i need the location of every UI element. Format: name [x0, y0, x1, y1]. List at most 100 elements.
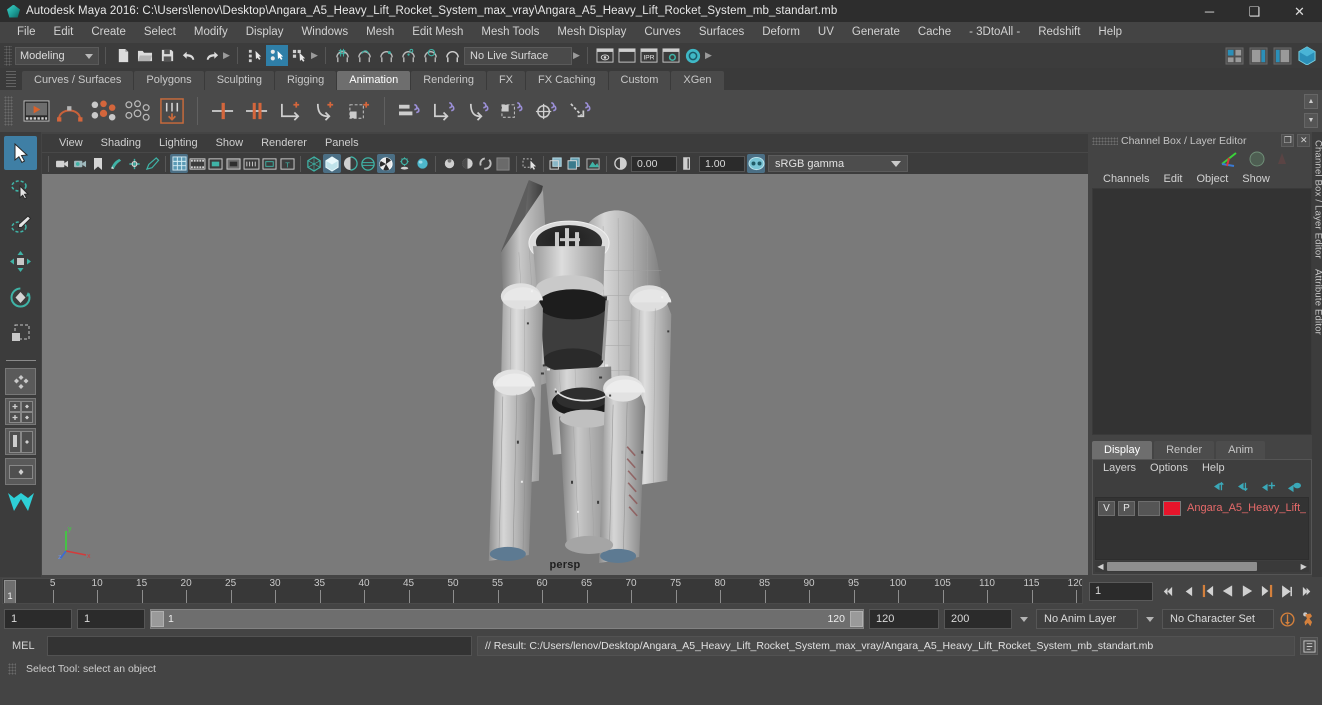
lasso-tool-button[interactable]: [4, 172, 37, 206]
connect-target-icon[interactable]: [529, 94, 563, 128]
set-key-icon[interactable]: [206, 94, 240, 128]
layer-tab-display[interactable]: Display: [1092, 441, 1153, 459]
red-marker-icon[interactable]: [1274, 150, 1290, 168]
vertical-tab-attribute-editor[interactable]: Attribute Editor: [1312, 269, 1322, 335]
animation-preferences-button[interactable]: [1301, 609, 1318, 629]
smooth-shade-all-icon[interactable]: [323, 154, 341, 173]
status-expand-3[interactable]: ▶: [572, 46, 581, 66]
set-key-translate-icon[interactable]: [240, 94, 274, 128]
ghost-keys-icon[interactable]: [121, 94, 155, 128]
go-to-end-button[interactable]: [1299, 581, 1316, 601]
show-hide-channel-box-button[interactable]: [1296, 45, 1317, 66]
color-profile-combo[interactable]: sRGB gamma: [768, 155, 908, 172]
bake-animation-icon[interactable]: [155, 94, 189, 128]
scroll-left-arrow[interactable]: ◀: [1095, 562, 1106, 571]
menu-surfaces[interactable]: Surfaces: [690, 22, 753, 43]
shelf-icon-grip[interactable]: [4, 96, 13, 126]
hypershade-button[interactable]: [682, 45, 704, 66]
shelf-tab-rigging[interactable]: Rigging: [274, 71, 337, 90]
set-key-step-icon[interactable]: [274, 94, 308, 128]
connect-arrow-icon[interactable]: [563, 94, 597, 128]
show-hide-tool-settings-button[interactable]: [1272, 45, 1293, 66]
new-scene-button[interactable]: [112, 45, 134, 66]
menu-deform[interactable]: Deform: [753, 22, 809, 43]
menu-redshift[interactable]: Redshift: [1029, 22, 1089, 43]
range-start-handle[interactable]: [151, 611, 164, 627]
viewport-menu-shading[interactable]: Shading: [92, 134, 150, 152]
step-back-key-button[interactable]: [1179, 581, 1196, 601]
xray-active-components-icon[interactable]: [584, 154, 602, 173]
safe-action-icon[interactable]: [260, 154, 278, 173]
snap-to-curve-button[interactable]: [354, 45, 376, 66]
menu-cache[interactable]: Cache: [909, 22, 960, 43]
menu-edit[interactable]: Edit: [45, 22, 83, 43]
redo-button[interactable]: [200, 45, 222, 66]
connect-curve-icon[interactable]: [461, 94, 495, 128]
set-key-selected-icon[interactable]: [342, 94, 376, 128]
menu-modify[interactable]: Modify: [185, 22, 237, 43]
animation-keys-icon[interactable]: [87, 94, 121, 128]
open-scene-button[interactable]: [134, 45, 156, 66]
connect-selected-icon[interactable]: [495, 94, 529, 128]
motion-blur-icon[interactable]: [440, 154, 458, 173]
depth-of-field-icon[interactable]: [476, 154, 494, 173]
select-by-object-type-button[interactable]: [266, 45, 288, 66]
select-by-hierarchy-button[interactable]: [244, 45, 266, 66]
grease-pencil-icon[interactable]: [143, 154, 161, 173]
shade-wireframe-icon[interactable]: [341, 154, 359, 173]
exposure-icon[interactable]: [611, 154, 629, 173]
menu-mesh[interactable]: Mesh: [357, 22, 403, 43]
layer-name[interactable]: Angara_A5_Heavy_Lift_: [1187, 502, 1306, 514]
two-d-pan-zoom-icon[interactable]: [125, 154, 143, 173]
layer-menu-layers[interactable]: Layers: [1096, 460, 1143, 477]
snap-to-view-plane-button[interactable]: [420, 45, 442, 66]
color-management-toggle-icon[interactable]: [747, 154, 765, 173]
select-by-component-type-button[interactable]: [288, 45, 310, 66]
layer-playback-toggle[interactable]: P: [1118, 500, 1135, 516]
menu-windows[interactable]: Windows: [292, 22, 357, 43]
vertical-tab-channel-box[interactable]: Channel Box / Layer Editor: [1312, 140, 1322, 259]
menu-3dtoall[interactable]: - 3DtoAll -: [960, 22, 1029, 43]
channel-box-content-area[interactable]: [1092, 188, 1313, 435]
anim-layer-chevron-icon[interactable]: [1020, 616, 1028, 622]
script-editor-button[interactable]: [1300, 637, 1318, 655]
step-forward-frame-button[interactable]: [1259, 581, 1276, 601]
shelf-tab-polygons[interactable]: Polygons: [134, 71, 204, 90]
render-sequence-button[interactable]: [616, 45, 638, 66]
channel-menu-edit[interactable]: Edit: [1156, 170, 1189, 188]
menu-uv[interactable]: UV: [809, 22, 843, 43]
shelf-tab-animation[interactable]: Animation: [337, 71, 411, 90]
render-settings-button[interactable]: [660, 45, 682, 66]
grid-toggle-icon[interactable]: [170, 154, 188, 173]
layer-color-swatch[interactable]: [1163, 500, 1181, 516]
undo-button[interactable]: [178, 45, 200, 66]
scrollbar-thumb[interactable]: [1107, 562, 1257, 571]
layer-list[interactable]: V P Angara_A5_Heavy_Lift_: [1095, 497, 1310, 560]
current-time-indicator[interactable]: 1: [4, 580, 16, 603]
connect-step-icon[interactable]: [427, 94, 461, 128]
shelf-tab-rendering[interactable]: Rendering: [411, 71, 486, 90]
channel-menu-channels[interactable]: Channels: [1096, 170, 1156, 188]
status-expand-4[interactable]: ▶: [704, 46, 713, 66]
show-hide-modeling-toolkit-button[interactable]: [1224, 45, 1245, 66]
scale-tool-button[interactable]: [4, 316, 37, 350]
minimize-button[interactable]: ─: [1187, 0, 1232, 22]
viewport-extra-icon[interactable]: [494, 154, 512, 173]
shelf-grip[interactable]: [6, 71, 16, 87]
move-layer-up-icon[interactable]: [1213, 480, 1228, 493]
layout-four-view-button[interactable]: [5, 398, 36, 425]
shelf-scroll-controls[interactable]: ▲ ▼: [1304, 94, 1318, 128]
animation-start-field[interactable]: 1: [4, 609, 72, 629]
camera-attributes-icon[interactable]: [71, 154, 89, 173]
layout-single-perspective-button[interactable]: [5, 368, 36, 395]
snap-to-point-button[interactable]: [376, 45, 398, 66]
step-forward-key-button[interactable]: [1279, 581, 1296, 601]
go-to-start-button[interactable]: [1159, 581, 1176, 601]
status-expand-2[interactable]: ▶: [310, 46, 319, 66]
current-frame-field[interactable]: 1: [1089, 581, 1153, 601]
render-current-frame-button[interactable]: [594, 45, 616, 66]
shelf-tab-custom[interactable]: Custom: [608, 71, 671, 90]
range-end-handle[interactable]: [850, 611, 863, 627]
menu-create[interactable]: Create: [82, 22, 135, 43]
connect-attributes-icon[interactable]: [393, 94, 427, 128]
